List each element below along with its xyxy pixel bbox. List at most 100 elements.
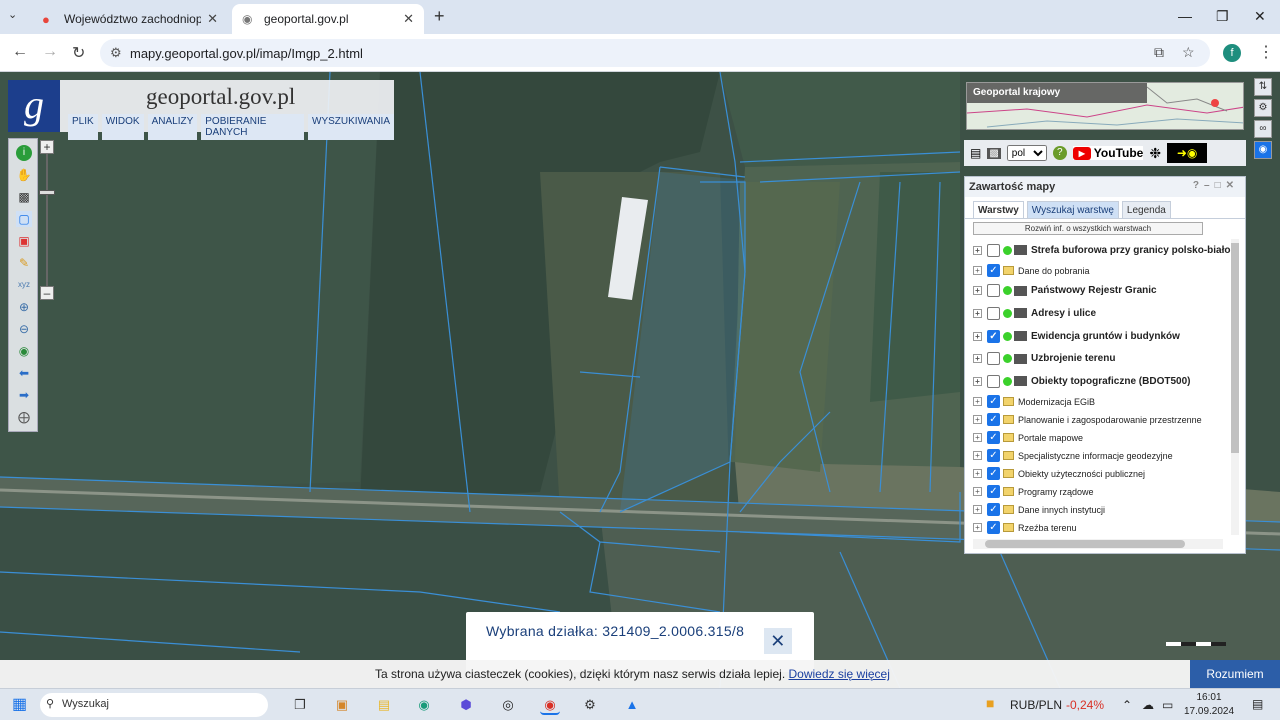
url-field[interactable]: ⚙ mapy.geoportal.gov.pl/imap/Imgp_2.html… <box>100 39 1210 67</box>
layer-checkbox[interactable]: ✓ <box>987 329 1000 343</box>
zoom-slider[interactable]: + – <box>38 138 56 302</box>
hscroll-thumb[interactable] <box>985 540 1185 548</box>
layer-row[interactable]: + Obiekty topograficzne (BDOT500) <box>973 370 1231 393</box>
menu-analizy[interactable]: ANALIZY <box>147 114 198 140</box>
forward-icon[interactable]: → <box>42 43 58 61</box>
notifications-icon[interactable]: ▤ <box>1252 697 1263 711</box>
cookie-accept-button[interactable]: Rozumiem <box>1190 660 1280 688</box>
menu-pobieranie-danych[interactable]: POBIERANIE DANYCH <box>201 114 305 140</box>
minimize-icon[interactable]: — <box>1178 8 1192 24</box>
close-popup-icon[interactable]: ✕ <box>764 628 792 654</box>
layer-checkbox[interactable]: ✓ <box>987 264 1000 278</box>
layer-row[interactable]: + ✓ Obiekty użyteczności publicznej <box>973 465 1231 483</box>
map-view[interactable]: g geoportal.gov.pl PLIK WIDOK ANALIZY PO… <box>0 72 1280 688</box>
layer-checkbox[interactable]: ✓ <box>987 503 1000 517</box>
print-icon[interactable]: ▩ <box>16 189 32 205</box>
layer-checkbox[interactable] <box>987 284 1000 298</box>
currency-pair[interactable]: RUB/PLN <box>1010 698 1062 712</box>
coordinates-icon[interactable]: xyz <box>16 277 32 293</box>
layer-checkbox[interactable]: ✓ <box>987 485 1000 499</box>
next-view-icon[interactable]: ➡ <box>16 387 32 403</box>
scroll-thumb[interactable] <box>1231 243 1239 453</box>
overview-link-icon[interactable]: ∞ <box>1254 120 1272 138</box>
settings-gear-icon[interactable]: ⚙ <box>580 695 600 715</box>
layer-row[interactable]: + ✓ Modernizacja EGiB <box>973 393 1231 411</box>
layer-row[interactable]: + Strefa buforowa przy granicy polsko-bia… <box>973 239 1231 262</box>
layer-row[interactable]: + ✓ Ewidencja gruntów i budynków <box>973 325 1231 348</box>
tab-search-icon[interactable]: ⌄ <box>8 8 17 21</box>
layer-checkbox[interactable]: ✓ <box>987 395 1000 409</box>
layer-row[interactable]: + ✓ Specjalistyczne informacje geodezyjne <box>973 447 1231 465</box>
layer-row[interactable]: + Państwowy Rejestr Granic <box>973 280 1231 303</box>
install-app-icon[interactable]: ⧉ <box>1154 44 1164 61</box>
layer-row[interactable]: + ✓ Planowanie i zagospodarowanie przestrz… <box>973 411 1231 429</box>
expand-plus-icon[interactable]: + <box>973 469 982 479</box>
panel-window-controls[interactable]: ?–□✕ <box>1193 180 1239 191</box>
app-purple-icon[interactable]: ⬢ <box>456 695 476 715</box>
layer-checkbox[interactable]: ✓ <box>987 449 1000 463</box>
youtube-link[interactable]: ▶ YouTube <box>1072 146 1144 160</box>
expand-plus-icon[interactable]: + <box>973 376 982 386</box>
layer-checkbox[interactable] <box>987 243 1000 257</box>
start-windows-icon[interactable]: ▦ <box>12 694 27 714</box>
layer-row[interactable]: + ✓ Programy rządowe <box>973 483 1231 501</box>
expand-plus-icon[interactable]: + <box>973 308 982 318</box>
onedrive-cloud-icon[interactable]: ☁ <box>1142 698 1154 712</box>
layer-row[interactable]: + Adresy i ulice <box>973 302 1231 325</box>
accessibility-icon[interactable]: ❉ <box>1149 145 1161 162</box>
full-extent-icon[interactable]: ⨁ <box>16 409 32 425</box>
chrome-icon[interactable]: ◉ <box>540 695 560 715</box>
layer-checkbox[interactable]: ✓ <box>987 521 1000 535</box>
close-window-icon[interactable]: ✕ <box>1254 8 1266 25</box>
tab-warstwy[interactable]: Warstwy <box>973 201 1024 218</box>
battery-icon[interactable]: ▭ <box>1162 698 1173 712</box>
layer-checkbox[interactable] <box>987 374 1000 388</box>
zoom-out-icon[interactable]: ⊖ <box>16 321 32 337</box>
layer-list-scrollbar[interactable] <box>1231 239 1239 535</box>
expand-plus-icon[interactable]: + <box>973 487 982 497</box>
layer-checkbox[interactable]: ✓ <box>987 431 1000 445</box>
expand-all-button[interactable]: Rozwiń inf. o wszystkich warstwach <box>973 222 1203 235</box>
overview-map[interactable]: Geoportal krajowy <box>966 82 1244 130</box>
layer-list-hscrollbar[interactable] <box>973 539 1223 549</box>
contrast-eye-icon[interactable]: ➜◉ <box>1167 143 1208 163</box>
zoom-knob[interactable] <box>39 190 55 195</box>
file-explorer-icon[interactable]: ▤ <box>374 695 394 715</box>
site-info-icon[interactable]: ⚙ <box>110 45 122 61</box>
layer-checkbox[interactable] <box>987 306 1000 320</box>
draw-pencil-icon[interactable]: ✎ <box>16 255 32 271</box>
close-tab-icon[interactable]: ✕ <box>403 11 414 27</box>
select-parcel-icon[interactable]: ▢ <box>16 211 32 227</box>
expand-plus-icon[interactable]: + <box>973 266 982 276</box>
overview-settings-icon[interactable]: ⚙ <box>1254 99 1272 117</box>
layer-row[interactable]: + ✓ Rzeźba terenu <box>973 519 1231 535</box>
clock[interactable]: 16:01 17.09.2024 <box>1184 691 1234 719</box>
tab-wojewodztwo[interactable]: ● Województwo zachodniopomorskie ✕ <box>32 4 228 34</box>
expand-plus-icon[interactable]: + <box>973 245 982 255</box>
app-circle-icon[interactable]: ◎ <box>498 695 518 715</box>
task-view-icon[interactable]: ❐ <box>290 695 310 715</box>
tab-wyszukaj-warstwe[interactable]: Wyszukaj warstwę <box>1026 201 1119 218</box>
expand-plus-icon[interactable]: + <box>973 505 982 515</box>
expand-plus-icon[interactable]: + <box>973 523 982 533</box>
cookie-more-link[interactable]: Dowiedz się więcej <box>789 667 890 681</box>
menu-plik[interactable]: PLIK <box>68 114 98 140</box>
expand-plus-icon[interactable]: + <box>973 433 982 443</box>
layer-checkbox[interactable]: ✓ <box>987 413 1000 427</box>
tray-chevron-icon[interactable]: ⌃ <box>1122 698 1132 712</box>
edge-icon[interactable]: ◉ <box>414 695 434 715</box>
menu-kebab-icon[interactable]: ⋮ <box>1258 42 1274 62</box>
expand-plus-icon[interactable]: + <box>973 286 982 296</box>
layer-row[interactable]: + Uzbrojenie terenu <box>973 347 1231 370</box>
layer-checkbox[interactable]: ✓ <box>987 467 1000 481</box>
layer-checkbox[interactable] <box>987 352 1000 366</box>
photos-icon[interactable]: ▲ <box>622 695 642 715</box>
bookmark-star-icon[interactable]: ☆ <box>1182 44 1195 61</box>
new-tab-button[interactable]: + <box>434 6 445 27</box>
expand-plus-icon[interactable]: + <box>973 397 982 407</box>
previous-view-icon[interactable]: ⬅ <box>16 365 32 381</box>
measure-area-icon[interactable]: ▣ <box>16 233 32 249</box>
tab-legenda[interactable]: Legenda <box>1121 201 1171 218</box>
close-tab-icon[interactable]: ✕ <box>207 11 218 27</box>
expand-plus-icon[interactable]: + <box>973 354 982 364</box>
